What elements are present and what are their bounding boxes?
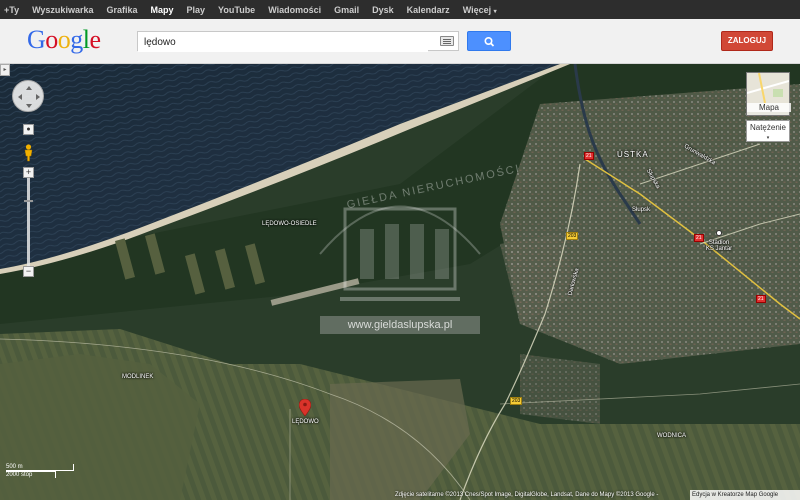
nav-item-images[interactable]: Grafika (106, 5, 137, 15)
caret-down-icon: ▾ (766, 135, 770, 141)
logo-letter: G (27, 25, 46, 54)
place-label[interactable]: USTKA (617, 150, 649, 159)
search-button[interactable] (467, 31, 511, 51)
place-label[interactable]: MODLINEK (122, 374, 153, 380)
scale-bar: 500 m 2000 stóp (6, 464, 74, 478)
nav-item-calendar[interactable]: Kalendarz (407, 5, 450, 15)
place-label[interactable]: LĘDOWO (292, 419, 319, 425)
place-label[interactable]: Stadion KS Jantar (704, 240, 734, 252)
traffic-label: Natężenie (749, 123, 787, 132)
magnifier-icon (484, 37, 495, 47)
top-navigation-bar: +Ty Wyszukiwarka Grafika Mapy Play YouTu… (0, 0, 800, 19)
scale-imperial: 2000 stóp (6, 471, 56, 478)
road-number-badge: 203 (566, 232, 579, 240)
scale-metric: 500 m (6, 464, 74, 471)
nav-item-more[interactable]: Więcej ▾ (463, 5, 497, 15)
pan-arrows-icon (18, 86, 40, 108)
satellite-map[interactable]: ▸ ● + − Mapa Natężenie ▾ USTKA LĘDOWO-OS… (0, 64, 800, 500)
nav-item-play[interactable]: Play (187, 5, 206, 15)
road-number-badge: 21 (756, 295, 766, 303)
road-number-badge: 21 (584, 152, 594, 160)
zoom-out-button[interactable]: − (23, 266, 34, 277)
traffic-dropdown[interactable]: Natężenie ▾ (746, 120, 790, 142)
nav-item-ty[interactable]: +Ty (4, 5, 19, 15)
stadium-icon[interactable] (716, 230, 722, 236)
place-label[interactable]: WODNICA (657, 433, 686, 439)
side-panel-toggle[interactable]: ▸ (0, 64, 10, 76)
zoom-in-button[interactable]: + (23, 167, 34, 178)
road-number-badge: 203 (510, 397, 523, 405)
road-number-badge: 21 (694, 234, 704, 242)
search-box (137, 31, 459, 52)
logo-letter: e (89, 25, 102, 54)
zoom-track[interactable] (27, 173, 30, 273)
logo-letter: l (82, 25, 90, 54)
nav-item-maps[interactable]: Mapy (151, 5, 174, 15)
street-label[interactable]: Słupsk (632, 207, 650, 213)
logo-letter: g (70, 25, 83, 54)
nav-item-gmail[interactable]: Gmail (334, 5, 359, 15)
rotate-icon[interactable]: ● (23, 124, 34, 135)
zoom-slider[interactable]: + − (23, 167, 34, 277)
edit-in-map-maker-link[interactable]: Edycja w Kreatorze Map Google (690, 490, 800, 500)
pegman-icon[interactable] (23, 144, 34, 162)
map-thumbnail (747, 73, 789, 103)
nav-item-more-label: Więcej (462, 4, 492, 15)
search-input[interactable] (138, 33, 428, 52)
watermark: www.gieldaslupska.pl (320, 316, 480, 334)
pan-control[interactable] (12, 80, 44, 112)
zoom-handle[interactable] (24, 200, 33, 202)
place-label[interactable]: LĘDOWO-OSIEDLE (262, 221, 317, 227)
map-type-button[interactable]: Mapa (746, 72, 791, 116)
map-attribution: Zdjęcie satelitarne ©2013 Cnes/Spot Imag… (395, 492, 659, 498)
header: Google ZALOGUJ (0, 19, 800, 64)
location-marker-icon[interactable] (299, 399, 311, 416)
caret-down-icon: ▾ (493, 8, 497, 15)
map-type-label: Mapa (747, 103, 791, 112)
keyboard-icon[interactable] (440, 36, 454, 46)
nav-item-news[interactable]: Wiadomości (268, 5, 321, 15)
nav-item-drive[interactable]: Dysk (372, 5, 394, 15)
login-button[interactable]: ZALOGUJ (721, 31, 773, 51)
logo-letter: o (57, 25, 71, 54)
nav-item-youtube[interactable]: YouTube (218, 5, 255, 15)
google-logo[interactable]: Google (27, 25, 101, 55)
nav-item-search[interactable]: Wyszukiwarka (32, 5, 93, 15)
logo-letter: o (45, 25, 58, 54)
